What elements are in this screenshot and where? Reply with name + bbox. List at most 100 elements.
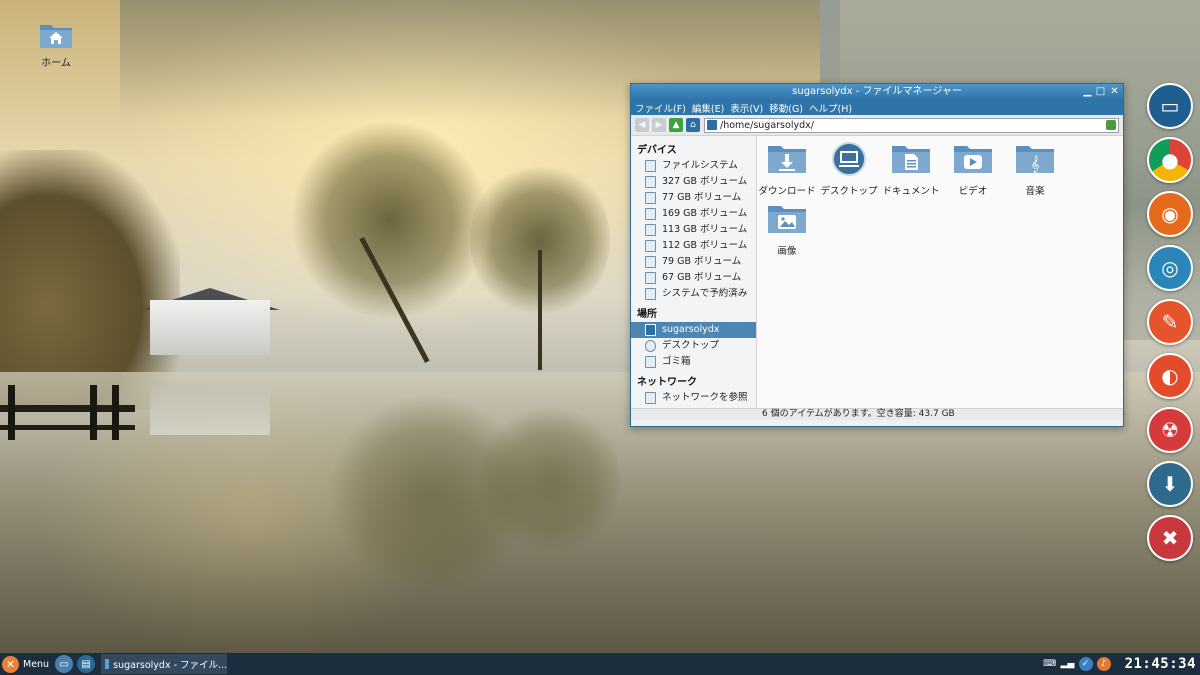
sidebar-item-label: ゴミ箱 [662,356,691,367]
address-path: /home/sugarsolydx/ [720,119,814,131]
sidebar-item-label: 77 GB ボリューム [662,192,742,203]
sidebar-item-volume[interactable]: 113 GB ボリューム [631,222,756,238]
start-menu-button[interactable]: ✕ Menu [0,653,49,675]
svg-text:𝄞: 𝄞 [1031,155,1040,173]
drive-icon [645,272,656,284]
show-desktop-icon[interactable]: ▭ [55,655,74,673]
refresh-icon[interactable] [1106,120,1116,130]
drive-icon [645,240,656,252]
taskbar-window-item[interactable]: sugarsolydx - ファイル... [101,654,228,674]
desktop-home-label: ホーム [41,58,71,69]
sidebar-item-filesystem[interactable]: ファイルシステム [631,158,756,174]
folder-icon [707,120,717,130]
dock-downloader-icon[interactable]: ⬇ [1147,461,1193,507]
file-item-label: デスクトップ [820,186,878,197]
file-item-videos[interactable]: ビデオ [943,142,1003,197]
dock-burner-icon[interactable]: ☢ [1147,407,1193,453]
up-arrow-icon[interactable]: ▲ [669,118,683,132]
file-item-label: 画像 [777,246,797,257]
menu-help[interactable]: ヘルプ(H) [809,101,852,115]
home-folder-icon [40,25,72,48]
file-manager-window[interactable]: sugarsolydx - ファイルマネージャー ▁ □ ✕ ファイル(F) 編… [630,83,1124,427]
file-item-label: 音楽 [1025,186,1045,197]
forward-arrow-icon[interactable]: ▶ [652,118,666,132]
start-menu-label: Menu [23,658,50,670]
close-icon[interactable]: ✕ [1109,86,1120,97]
minimize-icon[interactable]: ▁ [1082,86,1093,97]
status-bar: 6 個のアイテムがあります。空き容量: 43.7 GB [631,408,1123,420]
network-signal-icon[interactable]: ▂▄ [1061,657,1075,671]
sidebar-item-label: 327 GB ボリューム [662,176,748,187]
window-titlebar[interactable]: sugarsolydx - ファイルマネージャー ▁ □ ✕ [631,84,1123,100]
download-folder-icon [768,146,806,173]
dock-settings-icon[interactable]: ✖ [1147,515,1193,561]
system-tray: ⌨ ▂▄ ✓ ♪ 21:45:34 [1039,653,1200,675]
file-item-pictures[interactable]: 画像 [757,202,817,257]
file-view[interactable]: ダウンロード デスクトップ ドキュメント ビデオ 𝄞 音楽 画像 [757,136,1123,408]
menu-edit[interactable]: 編集(E) [692,101,724,115]
wallpaper-pier-post [90,385,97,440]
sidebar-item-volume[interactable]: 67 GB ボリューム [631,270,756,286]
address-bar[interactable]: /home/sugarsolydx/ [704,117,1119,133]
dock-software-icon[interactable]: ◎ [1147,245,1193,291]
dock-firefox-icon[interactable]: ◉ [1147,191,1193,237]
sidebar-item-desktop[interactable]: デスクトップ [631,338,756,354]
update-check-icon[interactable]: ✓ [1078,657,1093,671]
music-folder-icon: 𝄞 [1016,146,1054,173]
file-item-label: ドキュメント [882,186,940,197]
wallpaper-tree-trunk [538,250,542,370]
menu-logo-icon: ✕ [2,655,19,673]
sidebar-item-system-reserved[interactable]: システムで予約済み [631,286,756,302]
dock-gimp-icon[interactable]: ◐ [1147,353,1193,399]
wallpaper-house [150,300,270,355]
drive-icon [645,208,656,220]
dock-file-manager-icon[interactable]: ▭ [1147,83,1193,129]
desktop-home-icon[interactable]: ホーム [30,20,82,69]
volume-icon[interactable]: ♪ [1096,657,1111,671]
sidebar-heading-places: 場所 [637,309,657,320]
sidebar-item-volume[interactable]: 112 GB ボリューム [631,238,756,254]
wallpaper-pier-post [8,385,15,440]
videos-folder-icon [954,146,992,173]
file-manager-launcher-icon[interactable]: ▤ [77,655,96,673]
home-icon[interactable]: ⌂ [686,118,700,132]
sidebar-item-home[interactable]: sugarsolydx [631,322,756,338]
wallpaper-hill [0,150,180,410]
sidebar-item-volume[interactable]: 77 GB ボリューム [631,190,756,206]
sidebar-heading-devices: デバイス [637,145,677,156]
taskbar: ✕ Menu ▭ ▤ sugarsolydx - ファイル... ⌨ ▂▄ ✓ … [0,653,1200,675]
menu-go[interactable]: 移動(G) [769,101,803,115]
sidebar-item-label: 79 GB ボリューム [662,256,742,267]
file-item-music[interactable]: 𝄞 音楽 [1005,142,1065,197]
file-item-label: ダウンロード [758,186,816,197]
menu-file[interactable]: ファイル(F) [635,101,686,115]
sidebar-item-trash[interactable]: ゴミ箱 [631,354,756,370]
sidebar-item-label: 112 GB ボリューム [662,240,748,251]
trash-icon [645,356,656,368]
dock-chrome-icon[interactable]: ● [1147,137,1193,183]
drive-icon [645,160,656,172]
back-arrow-icon[interactable]: ◀ [635,118,649,132]
clock[interactable]: 21:45:34 [1125,656,1196,672]
sidebar-item-volume[interactable]: 327 GB ボリューム [631,174,756,190]
sidebar-item-volume[interactable]: 169 GB ボリューム [631,206,756,222]
window-title: sugarsolydx - ファイルマネージャー [792,86,962,97]
drive-icon [645,288,656,300]
maximize-icon[interactable]: □ [1095,86,1106,97]
window-menubar: ファイル(F) 編集(E) 表示(V) 移動(G) ヘルプ(H) [631,100,1123,115]
folder-icon [105,659,110,669]
sidebar-heading-network: ネットワーク [637,377,697,388]
sidebar-item-label: 67 GB ボリューム [662,272,742,283]
file-item-documents[interactable]: ドキュメント [881,142,941,197]
keyboard-icon[interactable]: ⌨ [1043,657,1057,671]
sidebar-item-label: sugarsolydx [662,324,720,335]
file-item-downloads[interactable]: ダウンロード [757,142,817,197]
dock: ▭ ● ◉ ◎ ✎ ◐ ☢ ⬇ ✖ [1147,83,1197,569]
wallpaper-house-reflection [150,385,270,435]
menu-view[interactable]: 表示(V) [730,101,763,115]
sidebar-item-volume[interactable]: 79 GB ボリューム [631,254,756,270]
sidebar-item-browse-network[interactable]: ネットワークを参照 [631,390,756,406]
desktop-icon [645,340,656,352]
file-item-desktop[interactable]: デスクトップ [819,142,879,197]
dock-editor-icon[interactable]: ✎ [1147,299,1193,345]
